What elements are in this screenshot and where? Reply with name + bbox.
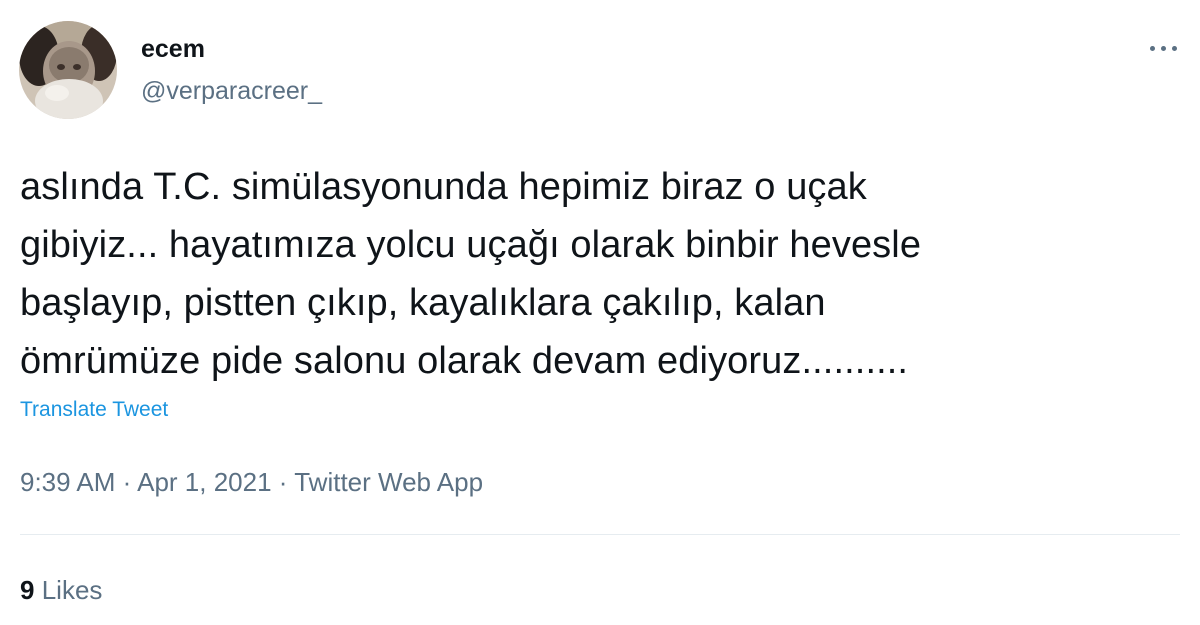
divider bbox=[20, 534, 1180, 535]
tweet-source[interactable]: Twitter Web App bbox=[294, 467, 483, 497]
likes-label: Likes bbox=[41, 575, 103, 605]
more-horizontal-icon bbox=[1149, 45, 1155, 51]
more-horizontal-icon bbox=[1160, 45, 1166, 51]
more-horizontal-icon bbox=[1171, 45, 1177, 51]
likes-link[interactable]: 9 Likes bbox=[20, 574, 102, 606]
meta-separator: · bbox=[278, 467, 288, 497]
display-name[interactable]: ecem bbox=[141, 34, 205, 64]
more-options-button[interactable] bbox=[1138, 30, 1188, 66]
tweet-text: aslında T.C. simülasyonunda hepimiz bira… bbox=[20, 166, 922, 382]
tweet-meta: 9:39 AM · Apr 1, 2021 · Twitter Web App bbox=[20, 466, 483, 498]
avatar-image bbox=[19, 21, 117, 119]
meta-separator: · bbox=[122, 467, 132, 497]
tweet-time[interactable]: 9:39 AM bbox=[20, 467, 115, 497]
tweet-date[interactable]: Apr 1, 2021 bbox=[137, 467, 271, 497]
tweet-container: ecem @verparacreer_ aslında T.C. simülas… bbox=[0, 0, 1200, 625]
avatar[interactable] bbox=[19, 21, 117, 119]
user-handle[interactable]: @verparacreer_ bbox=[141, 76, 322, 106]
likes-count: 9 bbox=[20, 575, 35, 605]
translate-tweet-link[interactable]: Translate Tweet bbox=[20, 397, 168, 423]
